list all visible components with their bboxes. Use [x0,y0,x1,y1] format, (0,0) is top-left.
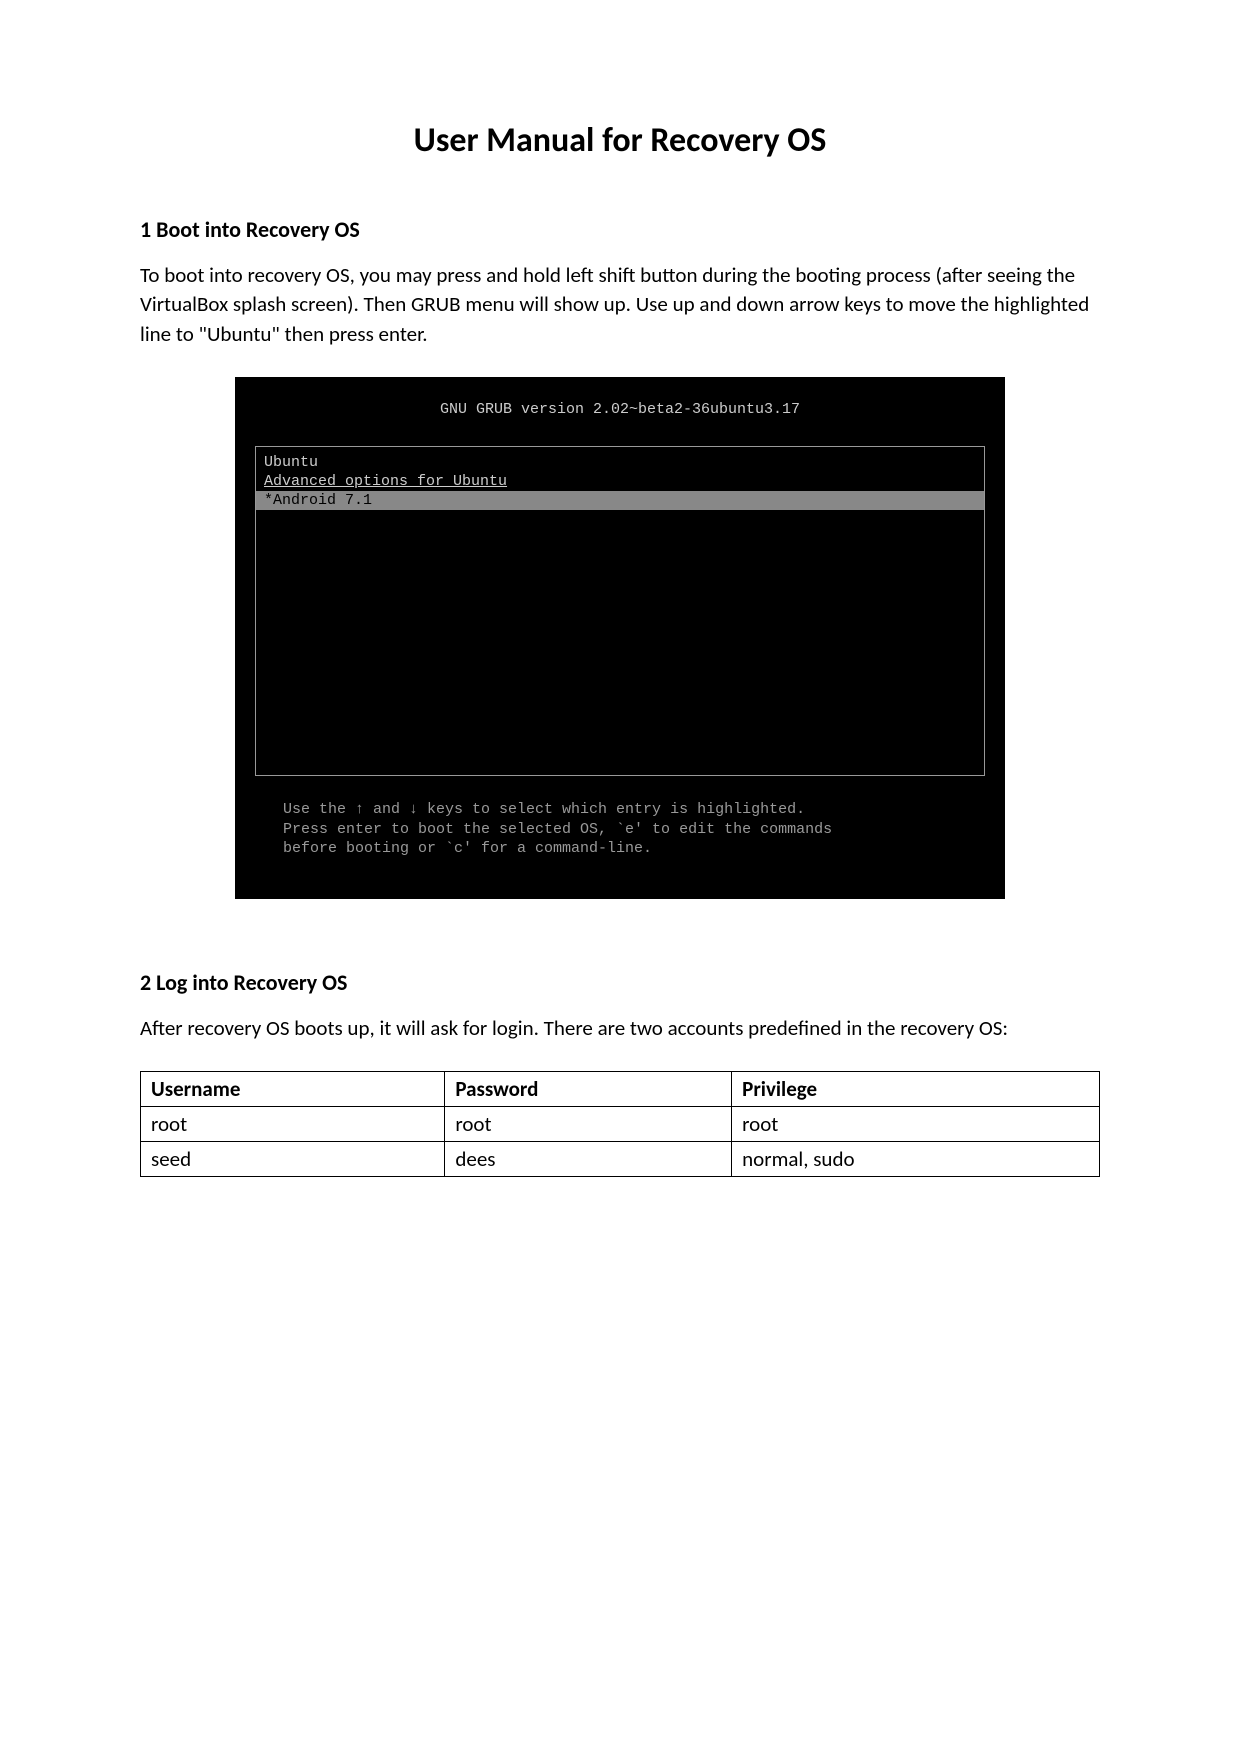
grub-hint-line: before booting or `c' for a command-line… [283,839,957,859]
grub-menu-item: Ubuntu [256,453,984,472]
table-cell: root [445,1107,732,1142]
table-header-cell: Password [445,1072,732,1107]
page-title: User Manual for Recovery OS [140,120,1100,161]
grub-hint-line: Use the ↑ and ↓ keys to select which ent… [283,800,957,820]
table-row: root root root [141,1107,1100,1142]
grub-version-header: GNU GRUB version 2.02~beta2-36ubuntu3.17 [235,401,1005,418]
grub-hint-line: Press enter to boot the selected OS, `e'… [283,820,957,840]
table-header-cell: Username [141,1072,445,1107]
grub-menu-item: Advanced options for Ubuntu [256,472,984,491]
table-row: seed dees normal, sudo [141,1142,1100,1177]
table-cell: dees [445,1142,732,1177]
accounts-table: Username Password Privilege root root ro… [140,1071,1100,1177]
table-cell: root [732,1107,1100,1142]
grub-screenshot: GNU GRUB version 2.02~beta2-36ubuntu3.17… [235,377,1005,899]
table-cell: seed [141,1142,445,1177]
table-cell: root [141,1107,445,1142]
grub-menu-box: Ubuntu Advanced options for Ubuntu *Andr… [255,446,985,776]
section2-paragraph: After recovery OS boots up, it will ask … [140,1014,1100,1043]
section1-heading: 1 Boot into Recovery OS [140,216,1100,243]
grub-menu-item-selected: *Android 7.1 [256,491,984,510]
section2-heading: 2 Log into Recovery OS [140,969,1100,996]
grub-hints: Use the ↑ and ↓ keys to select which ent… [283,800,957,859]
table-header-row: Username Password Privilege [141,1072,1100,1107]
section1-paragraph: To boot into recovery OS, you may press … [140,261,1100,349]
table-header-cell: Privilege [732,1072,1100,1107]
table-cell: normal, sudo [732,1142,1100,1177]
